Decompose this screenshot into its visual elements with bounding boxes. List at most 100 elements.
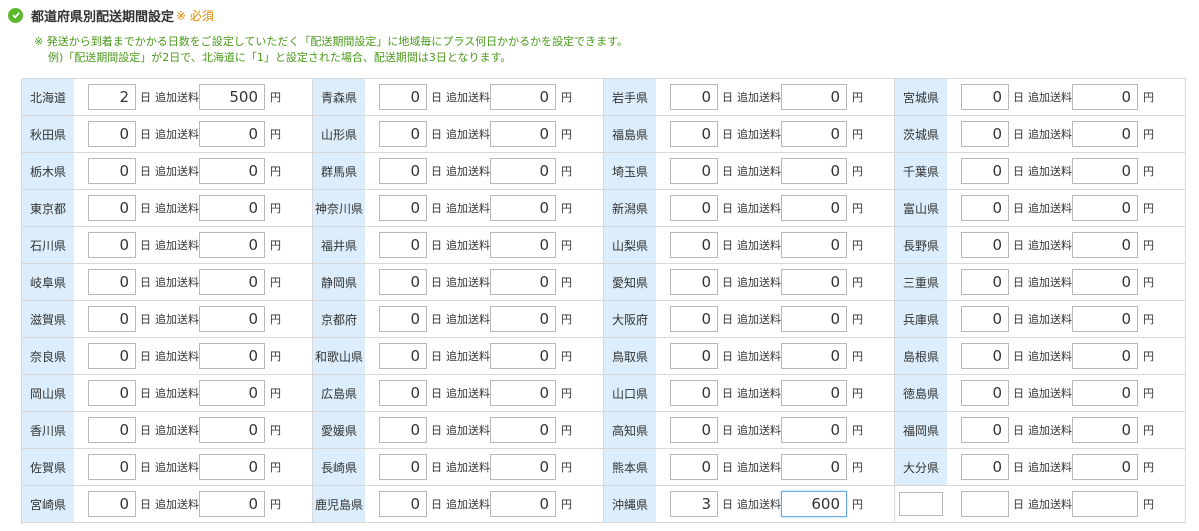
additional-days-input[interactable]: 0 xyxy=(670,380,718,406)
additional-fee-input[interactable]: 0 xyxy=(1072,195,1138,221)
additional-fee-input[interactable]: 0 xyxy=(1072,306,1138,332)
additional-fee-input[interactable]: 0 xyxy=(781,121,847,147)
prefecture-name-input[interactable] xyxy=(899,492,943,516)
additional-fee-input[interactable]: 0 xyxy=(199,232,265,258)
additional-days-input[interactable]: 0 xyxy=(670,269,718,295)
additional-fee-input[interactable]: 0 xyxy=(781,343,847,369)
additional-fee-input[interactable]: 0 xyxy=(199,306,265,332)
additional-fee-input[interactable]: 0 xyxy=(199,380,265,406)
additional-fee-input[interactable]: 0 xyxy=(199,195,265,221)
additional-fee-input[interactable]: 0 xyxy=(199,454,265,480)
additional-days-input[interactable]: 0 xyxy=(88,195,136,221)
additional-days-input[interactable]: 0 xyxy=(379,158,427,184)
additional-fee-input[interactable]: 0 xyxy=(1072,343,1138,369)
additional-days-input[interactable]: 0 xyxy=(88,491,136,517)
additional-days-input[interactable]: 0 xyxy=(670,84,718,110)
additional-days-input[interactable]: 0 xyxy=(379,84,427,110)
additional-fee-input[interactable]: 0 xyxy=(490,269,556,295)
additional-days-input[interactable]: 0 xyxy=(379,343,427,369)
fee-label: 追加送料 xyxy=(155,239,199,252)
additional-fee-input[interactable]: 0 xyxy=(199,121,265,147)
additional-fee-input[interactable]: 0 xyxy=(490,454,556,480)
additional-days-input[interactable]: 0 xyxy=(670,343,718,369)
additional-fee-input[interactable]: 0 xyxy=(490,380,556,406)
additional-days-input[interactable]: 0 xyxy=(379,380,427,406)
additional-fee-input[interactable]: 0 xyxy=(490,121,556,147)
additional-days-input[interactable]: 0 xyxy=(88,306,136,332)
additional-days-input[interactable]: 0 xyxy=(88,121,136,147)
additional-days-input[interactable]: 0 xyxy=(88,343,136,369)
additional-days-input[interactable]: 0 xyxy=(379,269,427,295)
additional-fee-input[interactable]: 0 xyxy=(490,195,556,221)
additional-days-input[interactable]: 0 xyxy=(88,417,136,443)
additional-fee-input[interactable]: 0 xyxy=(490,417,556,443)
additional-fee-input[interactable]: 0 xyxy=(781,158,847,184)
additional-fee-input[interactable]: 0 xyxy=(490,343,556,369)
additional-fee-input[interactable]: 0 xyxy=(1072,269,1138,295)
additional-fee-input[interactable]: 0 xyxy=(781,232,847,258)
additional-days-input[interactable]: 0 xyxy=(88,454,136,480)
additional-fee-input[interactable]: 0 xyxy=(490,158,556,184)
additional-fee-input[interactable]: 0 xyxy=(490,491,556,517)
additional-fee-input[interactable]: 0 xyxy=(781,380,847,406)
additional-fee-input[interactable]: 0 xyxy=(199,343,265,369)
additional-days-input[interactable]: 0 xyxy=(379,306,427,332)
additional-fee-input[interactable]: 600 xyxy=(781,491,847,517)
additional-days-input[interactable]: 0 xyxy=(379,232,427,258)
additional-days-input[interactable]: 0 xyxy=(670,121,718,147)
additional-fee-input[interactable]: 0 xyxy=(781,417,847,443)
additional-fee-input[interactable]: 0 xyxy=(199,269,265,295)
additional-fee-input[interactable]: 0 xyxy=(199,417,265,443)
additional-days-input[interactable]: 0 xyxy=(379,195,427,221)
additional-days-input[interactable]: 0 xyxy=(961,343,1009,369)
additional-days-input[interactable]: 0 xyxy=(88,158,136,184)
additional-days-input[interactable]: 0 xyxy=(379,491,427,517)
additional-fee-input[interactable]: 0 xyxy=(781,454,847,480)
additional-days-input[interactable]: 0 xyxy=(670,158,718,184)
additional-fee-input[interactable]: 0 xyxy=(490,84,556,110)
additional-fee-input[interactable]: 0 xyxy=(199,158,265,184)
additional-fee-input[interactable]: 0 xyxy=(1072,454,1138,480)
additional-days-input[interactable]: 0 xyxy=(670,232,718,258)
additional-fee-input[interactable]: 0 xyxy=(1072,158,1138,184)
additional-fee-input[interactable]: 0 xyxy=(781,269,847,295)
additional-days-input[interactable]: 0 xyxy=(670,417,718,443)
additional-days-input[interactable]: 0 xyxy=(670,306,718,332)
additional-days-input[interactable]: 0 xyxy=(961,195,1009,221)
additional-days-input[interactable]: 0 xyxy=(961,306,1009,332)
additional-fee-input[interactable]: 0 xyxy=(199,491,265,517)
additional-days-input[interactable]: 0 xyxy=(88,380,136,406)
additional-days-input[interactable]: 0 xyxy=(961,158,1009,184)
additional-fee-input[interactable]: 0 xyxy=(1072,232,1138,258)
additional-fee-input[interactable]: 0 xyxy=(781,84,847,110)
additional-days-input[interactable]: 0 xyxy=(670,454,718,480)
additional-days-input[interactable]: 0 xyxy=(961,84,1009,110)
additional-fee-input[interactable]: 0 xyxy=(490,306,556,332)
additional-days-input[interactable]: 0 xyxy=(961,417,1009,443)
additional-days-input[interactable]: 0 xyxy=(961,454,1009,480)
additional-fee-input[interactable] xyxy=(1072,491,1138,517)
additional-fee-input[interactable]: 0 xyxy=(1072,121,1138,147)
additional-days-input[interactable]: 0 xyxy=(88,232,136,258)
additional-days-input[interactable]: 0 xyxy=(670,195,718,221)
additional-days-input[interactable]: 3 xyxy=(670,491,718,517)
additional-days-input[interactable]: 0 xyxy=(379,121,427,147)
additional-days-input[interactable] xyxy=(961,491,1009,517)
additional-fee-input[interactable]: 0 xyxy=(1072,84,1138,110)
day-unit: 日 xyxy=(1013,276,1024,289)
additional-days-input[interactable]: 0 xyxy=(379,417,427,443)
additional-fee-input[interactable]: 0 xyxy=(781,195,847,221)
additional-days-input[interactable]: 0 xyxy=(379,454,427,480)
additional-fee-input[interactable]: 500 xyxy=(199,84,265,110)
additional-fee-input[interactable]: 0 xyxy=(1072,417,1138,443)
additional-days-input[interactable]: 0 xyxy=(961,232,1009,258)
additional-days-input[interactable]: 0 xyxy=(88,269,136,295)
additional-days-input[interactable]: 0 xyxy=(961,269,1009,295)
additional-days-input[interactable]: 0 xyxy=(961,121,1009,147)
additional-days-input[interactable]: 2 xyxy=(88,84,136,110)
additional-days-input[interactable]: 0 xyxy=(961,380,1009,406)
additional-fee-input[interactable]: 0 xyxy=(781,306,847,332)
additional-fee-input[interactable]: 0 xyxy=(1072,380,1138,406)
additional-fee-input[interactable]: 0 xyxy=(490,232,556,258)
fee-label: 追加送料 xyxy=(1028,313,1072,326)
